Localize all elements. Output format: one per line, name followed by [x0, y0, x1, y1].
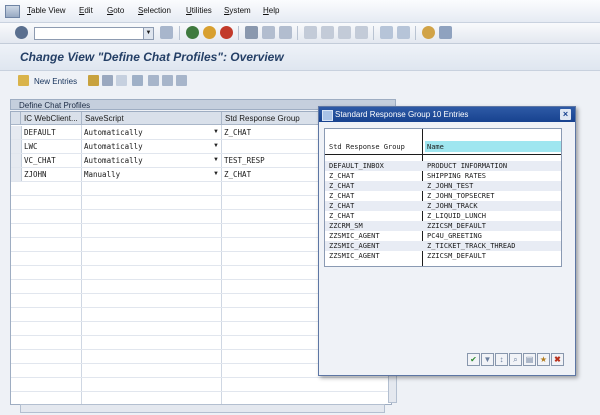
undo-icon[interactable] [116, 75, 127, 86]
list-item-group[interactable]: Z_CHAT [329, 211, 354, 221]
application-toolbar: New Entries [0, 71, 600, 91]
menu-help[interactable]: Help [263, 6, 279, 15]
popup-title: Standard Response Group 10 Entries [335, 110, 469, 119]
back-icon[interactable] [186, 26, 199, 39]
command-field[interactable]: ▼ [34, 27, 154, 40]
close-icon[interactable]: × [560, 109, 571, 120]
sort-icon[interactable]: ↕ [495, 353, 508, 366]
list-item-group[interactable]: ZZCRM_SM [329, 221, 363, 231]
profile-cell[interactable]: DEFAULT [21, 126, 81, 139]
new-entries-button[interactable]: New Entries [34, 77, 77, 86]
save-icon[interactable] [160, 26, 173, 39]
customize-layout-icon[interactable] [439, 26, 452, 39]
menu-selection[interactable]: Selection [138, 6, 171, 15]
title-bar: Change View "Define Chat Profiles": Over… [0, 44, 600, 71]
profile-cell[interactable]: LWC [21, 140, 81, 153]
list-item-group[interactable]: Z_CHAT [329, 181, 354, 191]
list-item-name[interactable]: SHIPPING RATES [427, 171, 486, 181]
other-entry-icon[interactable] [102, 75, 113, 86]
continue-icon[interactable]: ✔ [467, 353, 480, 366]
list-item-name[interactable]: ZZICSM_DEFAULT [427, 251, 486, 261]
page-title: Change View "Define Chat Profiles": Over… [20, 50, 284, 64]
last-page-icon[interactable] [355, 26, 368, 39]
list-item-group[interactable]: Z_CHAT [329, 191, 354, 201]
savescript-cell[interactable]: Automatically [81, 154, 219, 167]
exit-icon[interactable] [203, 26, 216, 39]
savescript-cell[interactable]: Manually [81, 168, 219, 181]
sap-logo-icon[interactable] [5, 5, 20, 18]
menu-goto[interactable]: Goto [107, 6, 124, 15]
filter-icon[interactable]: ▼ [481, 353, 494, 366]
chevron-down-icon[interactable]: ▼ [213, 143, 219, 149]
deselect-all-icon[interactable] [176, 75, 187, 86]
popup-title-bar[interactable]: Standard Response Group 10 Entries × [319, 107, 575, 122]
list-item-group[interactable]: DEFAULT_INBOX [329, 161, 384, 171]
delete-icon[interactable] [132, 75, 143, 86]
select-all-icon[interactable] [148, 75, 159, 86]
response-group-cell[interactable]: Z_CHAT [221, 168, 321, 181]
window-icon [322, 110, 333, 121]
enter-icon[interactable] [15, 26, 28, 39]
savescript-cell[interactable]: Automatically [81, 140, 219, 153]
menu-system[interactable]: System [224, 6, 251, 15]
find-next-icon[interactable] [279, 26, 292, 39]
print-icon[interactable] [245, 26, 258, 39]
list-item-group[interactable]: ZZSMIC_AGENT [329, 231, 380, 241]
list-item-name[interactable]: PC4U_GREETING [427, 231, 482, 241]
create-session-icon[interactable] [380, 26, 393, 39]
list-item-group[interactable]: Z_CHAT [329, 171, 354, 181]
own-values-icon[interactable]: ★ [537, 353, 550, 366]
previous-page-icon[interactable] [321, 26, 334, 39]
list-item-name[interactable]: ZZICSM_DEFAULT [427, 221, 486, 231]
select-all-column[interactable] [11, 112, 21, 125]
column-header-name[interactable]: Name [427, 141, 444, 153]
list-item-group[interactable]: ZZSMIC_AGENT [329, 251, 380, 261]
help-icon[interactable] [422, 26, 435, 39]
list-item-name[interactable]: Z_JOHN_TRACK [427, 201, 478, 211]
first-page-icon[interactable] [304, 26, 317, 39]
cancel-icon[interactable]: ✖ [551, 353, 564, 366]
menu-edit[interactable]: Edit [79, 6, 93, 15]
list-item-group[interactable]: Z_CHAT [329, 201, 354, 211]
profile-cell[interactable]: VC_CHAT [21, 154, 81, 167]
chevron-down-icon[interactable]: ▼ [213, 157, 219, 163]
standard-toolbar: ▼ [0, 23, 600, 44]
chevron-down-icon[interactable]: ▼ [213, 129, 219, 135]
horizontal-scrollbar[interactable] [20, 404, 385, 413]
find-icon[interactable]: ⌕ [509, 353, 522, 366]
shortcut-icon[interactable] [397, 26, 410, 39]
print-icon[interactable]: ▤ [523, 353, 536, 366]
list-item-name[interactable]: PRODUCT INFORMATION [427, 161, 507, 171]
response-group-cell[interactable]: TEST_RESP [221, 154, 321, 167]
next-page-icon[interactable] [338, 26, 351, 39]
column-header-group[interactable]: Std Response Group [329, 141, 405, 153]
select-block-icon[interactable] [162, 75, 173, 86]
response-group-cell[interactable] [221, 140, 321, 153]
find-icon[interactable] [262, 26, 275, 39]
column-header-savescript[interactable]: SaveScript [82, 112, 222, 125]
list-item-name[interactable]: Z_JOHN_TEST [427, 181, 473, 191]
savescript-cell[interactable]: Automatically [81, 126, 219, 139]
response-group-list: Std Response Group Name DEFAULT_INBOX PR… [324, 128, 562, 267]
new-entries-icon[interactable] [18, 75, 29, 86]
menu-utilities[interactable]: Utilities [186, 6, 212, 15]
menu-bar: Table View Edit Goto Selection Utilities… [0, 0, 600, 23]
chevron-down-icon[interactable]: ▼ [213, 171, 219, 177]
profile-cell[interactable]: ZJOHN [21, 168, 81, 181]
response-group-cell[interactable]: Z_CHAT [221, 126, 321, 139]
cancel-icon[interactable] [220, 26, 233, 39]
list-item-name[interactable]: Z_TICKET_TRACK_THREAD [427, 241, 516, 251]
value-help-popup: Standard Response Group 10 Entries × Std… [318, 106, 576, 376]
chevron-down-icon[interactable]: ▼ [143, 28, 153, 39]
list-item-name[interactable]: Z_LIQUID_LUNCH [427, 211, 486, 221]
copy-icon[interactable] [88, 75, 99, 86]
column-header-profile[interactable]: IC WebClient... [21, 112, 82, 125]
list-item-group[interactable]: ZZSMIC_AGENT [329, 241, 380, 251]
menu-table-view[interactable]: Table View [27, 6, 66, 15]
list-item-name[interactable]: Z_JOHN_TOPSECRET [427, 191, 494, 201]
